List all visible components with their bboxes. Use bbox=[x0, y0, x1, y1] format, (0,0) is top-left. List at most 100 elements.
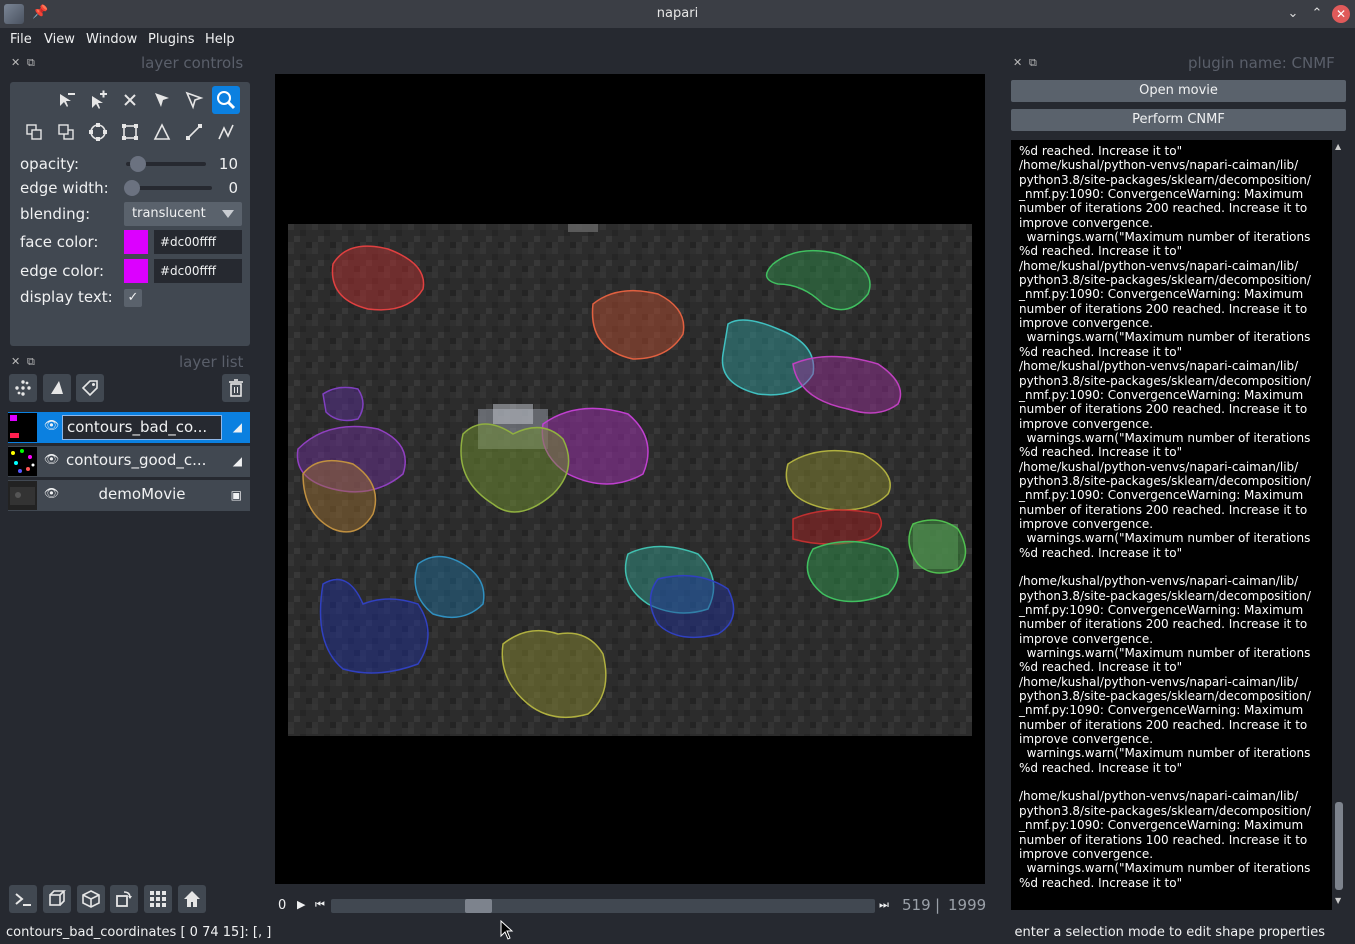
visibility-eye-icon[interactable]: 👁 bbox=[44, 452, 59, 466]
float-dock-icon[interactable]: ⧉ bbox=[27, 56, 35, 70]
menu-plugins[interactable]: Plugins bbox=[148, 32, 195, 47]
close-window-icon[interactable]: ✕ bbox=[1332, 5, 1350, 23]
menu-file[interactable]: File bbox=[10, 32, 32, 47]
add-line-icon[interactable] bbox=[180, 118, 208, 146]
scroll-up-icon[interactable]: ▲ bbox=[1335, 142, 1341, 151]
direct-select-icon[interactable] bbox=[180, 86, 208, 114]
frame-separator: | bbox=[935, 896, 941, 914]
edge-width-label: edge width: bbox=[20, 179, 109, 197]
add-rectangle-icon[interactable] bbox=[116, 118, 144, 146]
step-forward-icon[interactable]: ⏭ bbox=[879, 898, 889, 912]
close-dock-icon[interactable]: ✕ bbox=[11, 56, 20, 69]
log-text: %d reached. Increase it to" /home/kushal… bbox=[1019, 144, 1311, 890]
image-icon: ▣ bbox=[230, 488, 242, 502]
edge-color-label: edge color: bbox=[20, 262, 104, 280]
add-ellipse-icon[interactable] bbox=[84, 118, 112, 146]
opacity-slider-handle[interactable] bbox=[130, 156, 147, 172]
new-points-layer-icon[interactable] bbox=[9, 374, 37, 402]
roll-dimensions-icon[interactable] bbox=[77, 885, 105, 913]
new-shapes-layer-icon[interactable] bbox=[43, 374, 71, 402]
plugin-title: plugin name: CNMF bbox=[1188, 54, 1335, 72]
layer-controls-panel: opacity: 10 edge width: 0 blending: tran… bbox=[10, 82, 250, 346]
dims-slider-bar: 0 ▶ ⏮ ⏭ 519 | 1999 bbox=[275, 896, 987, 916]
add-polygon-icon[interactable] bbox=[148, 118, 176, 146]
status-coordinates: contours_bad_coordinates [ 0 74 15]: [, … bbox=[6, 925, 272, 940]
title-bar: 📌 napari ⌄ ⌃ ✕ bbox=[0, 0, 1355, 28]
face-color-swatch[interactable] bbox=[124, 230, 148, 254]
menu-help[interactable]: Help bbox=[205, 32, 235, 47]
maximize-icon[interactable]: ⌃ bbox=[1308, 5, 1326, 23]
delete-layer-icon[interactable] bbox=[222, 374, 250, 402]
open-movie-button[interactable]: Open movie bbox=[1011, 80, 1346, 102]
layer-thumbnail bbox=[8, 447, 37, 476]
face-color-input[interactable]: #dc00ffff bbox=[154, 230, 242, 254]
layer-controls-title: layer controls bbox=[141, 54, 244, 72]
layer-list-title: layer list bbox=[179, 353, 244, 371]
frame-slider[interactable] bbox=[331, 899, 875, 913]
grid-view-icon[interactable] bbox=[144, 885, 172, 913]
home-icon[interactable] bbox=[178, 885, 206, 913]
display-text-label: display text: bbox=[20, 288, 113, 306]
layer-row[interactable]: 👁 demoMovie ▣ bbox=[8, 480, 250, 511]
move-to-front-icon[interactable] bbox=[20, 118, 48, 146]
face-color-label: face color: bbox=[20, 233, 99, 251]
opacity-label: opacity: bbox=[20, 155, 80, 173]
log-scrollbar-handle[interactable] bbox=[1335, 802, 1343, 890]
move-to-back-icon[interactable] bbox=[52, 118, 80, 146]
console-icon[interactable] bbox=[9, 885, 37, 913]
visibility-eye-icon[interactable]: 👁 bbox=[44, 486, 59, 500]
new-labels-layer-icon[interactable] bbox=[76, 374, 104, 402]
layer-thumbnail bbox=[8, 481, 37, 510]
perform-cnmf-button[interactable]: Perform CNMF bbox=[1011, 109, 1346, 131]
edge-width-value: 0 bbox=[228, 179, 238, 197]
edge-color-input[interactable]: #dc00ffff bbox=[154, 259, 242, 283]
current-frame: 519 bbox=[902, 896, 931, 914]
menu-window[interactable]: Window bbox=[86, 32, 137, 47]
layer-name[interactable]: demoMovie bbox=[62, 483, 222, 508]
layer-row[interactable]: 👁 contours_good_c... ◢ bbox=[8, 446, 250, 477]
max-frame: 1999 bbox=[948, 896, 987, 914]
close-dock-icon[interactable]: ✕ bbox=[1013, 56, 1022, 69]
edge-color-swatch[interactable] bbox=[124, 259, 148, 283]
remove-vertex-icon[interactable] bbox=[52, 86, 80, 114]
blending-value: translucent bbox=[132, 206, 206, 221]
transpose-icon[interactable] bbox=[110, 885, 138, 913]
play-icon[interactable]: ▶ bbox=[297, 898, 305, 911]
select-shape-icon[interactable] bbox=[148, 86, 176, 114]
frame-slider-handle[interactable] bbox=[465, 899, 493, 913]
delete-shape-icon[interactable] bbox=[116, 86, 144, 114]
image-and-contours bbox=[288, 224, 972, 736]
image-layer-view bbox=[288, 224, 972, 736]
window-title: napari bbox=[656, 6, 699, 21]
menu-bar: File View Window Plugins Help bbox=[0, 28, 1355, 52]
layer-row[interactable]: 👁 contours_bad_co... ◢ bbox=[8, 412, 250, 443]
scroll-down-icon[interactable]: ▼ bbox=[1335, 896, 1341, 905]
axis-label: 0 bbox=[278, 898, 287, 913]
status-help: enter a selection mode to edit shape pro… bbox=[1014, 925, 1325, 940]
ndisplay-icon[interactable] bbox=[43, 885, 71, 913]
chevron-down-icon bbox=[222, 210, 234, 218]
shapes-icon: ◢ bbox=[232, 420, 242, 434]
status-bar: contours_bad_coordinates [ 0 74 15]: [, … bbox=[0, 922, 1355, 944]
blending-dropdown[interactable]: translucent bbox=[124, 202, 242, 226]
float-dock-icon[interactable]: ⧉ bbox=[1029, 56, 1037, 70]
minimize-icon[interactable]: ⌄ bbox=[1284, 5, 1302, 23]
layer-thumbnail bbox=[8, 413, 37, 442]
float-dock-icon[interactable]: ⧉ bbox=[27, 355, 35, 369]
log-scrollbar[interactable]: ▲ ▼ bbox=[1332, 140, 1346, 910]
zoom-pan-icon[interactable] bbox=[212, 86, 240, 114]
menu-view[interactable]: View bbox=[44, 32, 75, 47]
viewer-canvas[interactable] bbox=[275, 74, 985, 884]
mouse-cursor-icon bbox=[500, 919, 514, 944]
add-path-icon[interactable] bbox=[212, 118, 240, 146]
edge-width-slider-handle[interactable] bbox=[124, 180, 140, 196]
layer-name[interactable]: contours_bad_co... bbox=[62, 415, 222, 440]
add-vertex-icon[interactable] bbox=[84, 86, 112, 114]
visibility-eye-icon[interactable]: 👁 bbox=[44, 418, 59, 432]
step-back-icon[interactable]: ⏮ bbox=[315, 898, 325, 912]
close-dock-icon[interactable]: ✕ bbox=[11, 355, 20, 368]
display-text-checkbox[interactable]: ✓ bbox=[124, 289, 142, 307]
layer-name[interactable]: contours_good_c... bbox=[62, 449, 222, 474]
log-output[interactable]: %d reached. Increase it to" /home/kushal… bbox=[1011, 140, 1346, 910]
shapes-icon: ◢ bbox=[232, 454, 242, 468]
